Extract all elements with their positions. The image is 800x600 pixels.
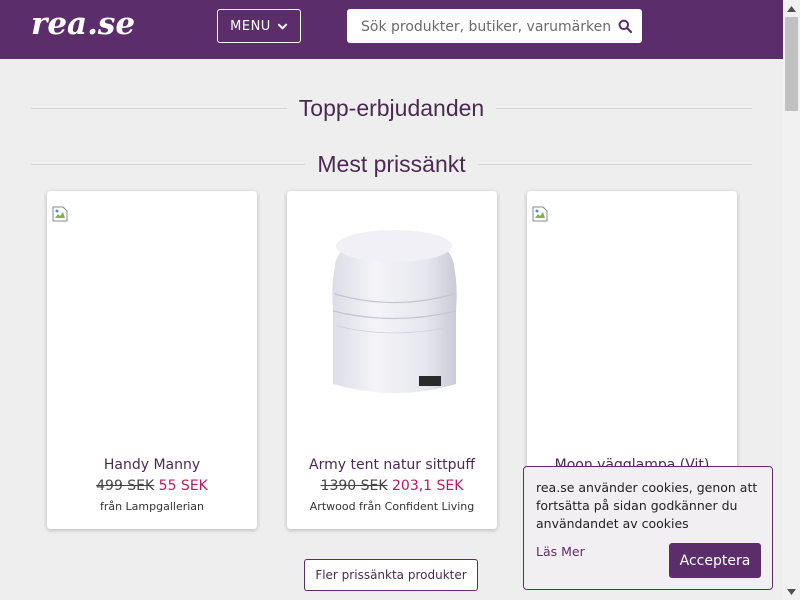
sale-price: 55 SEK <box>158 478 208 494</box>
divider <box>477 163 753 165</box>
cookie-banner: rea.se använder cookies, genon att forts… <box>523 466 773 590</box>
top-offers-title: Topp-erbjudanden <box>298 94 485 121</box>
scroll-down-arrow-icon[interactable] <box>783 583 800 600</box>
top-offers-heading: Topp-erbjudanden <box>31 88 752 128</box>
cookie-message: rea.se använder cookies, genon att forts… <box>536 480 758 531</box>
scrollbar-thumb[interactable] <box>785 17 798 111</box>
search-input[interactable] <box>359 9 613 45</box>
page-scrollbar[interactable] <box>783 0 800 600</box>
search-box <box>347 9 642 45</box>
product-card[interactable]: Handy Manny 499 SEK 55 SEK från Lampgall… <box>47 191 257 529</box>
divider <box>31 107 287 109</box>
broken-image-icon <box>532 206 548 222</box>
original-price: 1390 SEK <box>320 478 388 494</box>
divider <box>31 163 306 165</box>
product-image <box>332 230 457 393</box>
product-price: 1390 SEK 203,1 SEK <box>287 478 497 494</box>
menu-button[interactable]: MENU <box>217 9 301 43</box>
product-card[interactable]: Army tent natur sittpuff 1390 SEK 203,1 … <box>287 191 497 529</box>
site-logo[interactable]: rea.se <box>31 6 135 42</box>
read-more-link[interactable]: Läs Mer <box>536 544 585 559</box>
product-store: Artwood från Confident Living <box>309 500 475 513</box>
search-icon[interactable] <box>618 19 632 33</box>
product-store: från Lampgallerian <box>99 500 205 513</box>
most-reduced-heading: Mest prissänkt <box>31 144 753 184</box>
site-header: rea.se MENU <box>0 0 783 59</box>
scroll-up-arrow-icon[interactable] <box>783 0 800 17</box>
more-reduced-products-button[interactable]: Fler prissänkta produkter <box>304 559 478 591</box>
product-name[interactable]: Handy Manny <box>47 457 257 473</box>
most-reduced-title: Mest prissänkt <box>317 150 466 177</box>
sale-price: 203,1 SEK <box>392 478 464 494</box>
accept-cookies-button[interactable]: Acceptera <box>669 543 761 578</box>
divider <box>496 107 752 109</box>
chevron-down-icon <box>277 23 288 30</box>
original-price: 499 SEK <box>96 478 155 494</box>
product-price: 499 SEK 55 SEK <box>47 478 257 494</box>
menu-label: MENU <box>230 18 271 34</box>
product-name[interactable]: Army tent natur sittpuff <box>287 457 497 473</box>
broken-image-icon <box>52 206 68 222</box>
